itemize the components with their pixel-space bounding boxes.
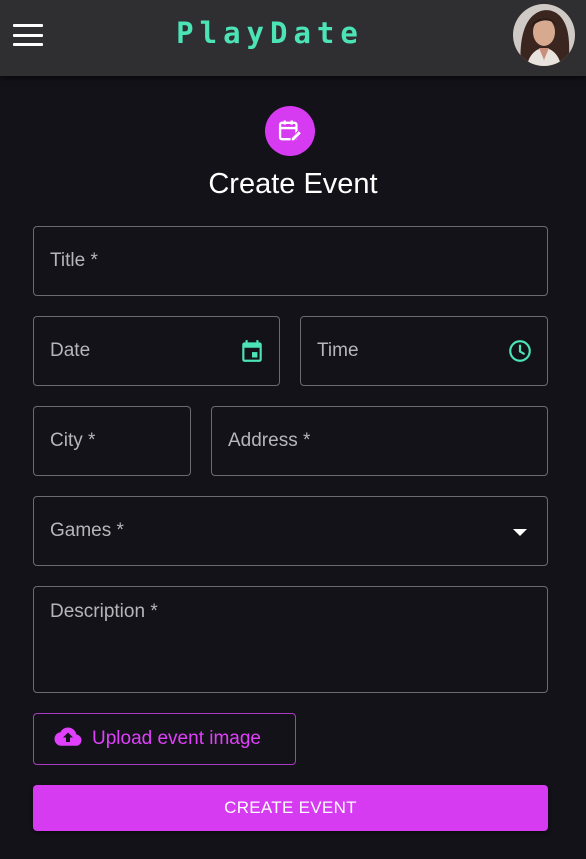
address-field[interactable]: Address * — [211, 406, 548, 476]
time-field[interactable]: Time — [300, 316, 548, 386]
upload-image-button[interactable]: Upload event image — [33, 713, 296, 765]
description-field[interactable]: Description * — [33, 586, 548, 693]
date-label: Date — [50, 340, 91, 361]
games-select[interactable]: Games * — [33, 496, 548, 566]
create-event-button[interactable]: CREATE EVENT — [33, 785, 548, 831]
calendar-edit-icon — [265, 106, 315, 156]
cloud-upload-icon — [54, 726, 82, 753]
app-brand: PlayDate — [176, 16, 364, 50]
upload-image-label: Upload event image — [92, 728, 261, 749]
title-label: Title * — [50, 250, 98, 271]
time-label: Time — [317, 340, 359, 361]
user-avatar[interactable] — [513, 4, 575, 66]
title-field[interactable]: Title * — [33, 226, 548, 296]
calendar-icon[interactable] — [239, 338, 265, 364]
address-label: Address * — [228, 430, 311, 451]
description-label: Description * — [50, 601, 158, 622]
city-field[interactable]: City * — [33, 406, 191, 476]
app-bar: PlayDate — [0, 0, 586, 76]
page-title: Create Event — [208, 168, 378, 200]
clock-icon[interactable] — [507, 338, 533, 364]
dropdown-arrow-icon[interactable] — [513, 529, 527, 536]
city-label: City * — [50, 430, 96, 451]
date-field[interactable]: Date — [33, 316, 280, 386]
games-label: Games * — [50, 520, 124, 541]
